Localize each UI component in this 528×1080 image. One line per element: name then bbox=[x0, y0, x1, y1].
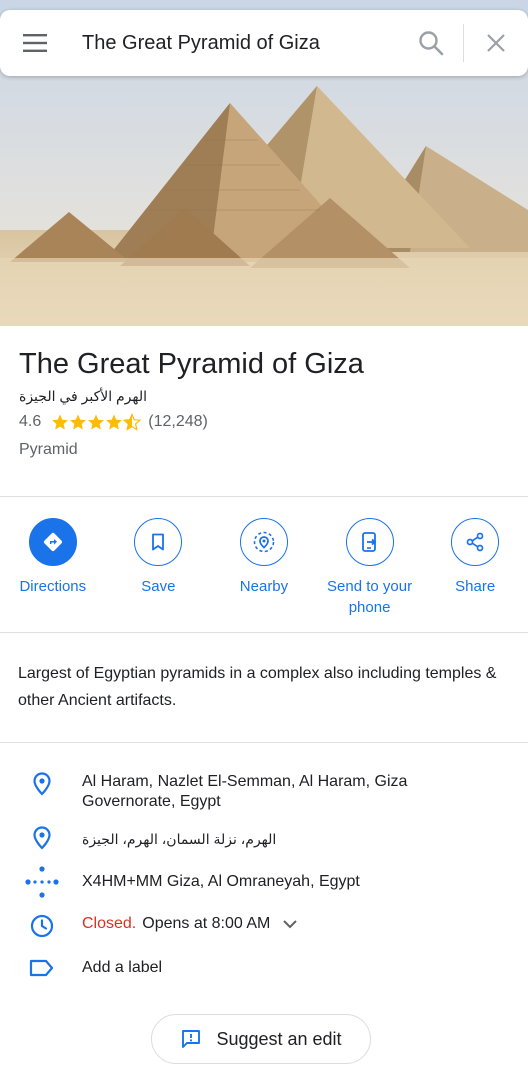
place-title: The Great Pyramid of Giza bbox=[19, 348, 364, 380]
directions-icon bbox=[43, 532, 62, 552]
label-icon-wrap bbox=[0, 958, 82, 978]
star-full-icon bbox=[106, 414, 123, 430]
hours-row[interactable]: Closed. Opens at 8:00 AM bbox=[0, 914, 528, 938]
plus-code-text: X4HM+MM Giza, Al Omraneyah, Egypt bbox=[82, 873, 360, 890]
location-pin-icon bbox=[33, 826, 51, 850]
send-to-phone-circle bbox=[345, 518, 394, 566]
clear-search-button[interactable] bbox=[464, 10, 528, 76]
close-icon bbox=[487, 34, 505, 52]
menu-button[interactable] bbox=[0, 10, 70, 76]
star-half-icon bbox=[123, 413, 142, 431]
save-button[interactable]: Save bbox=[106, 518, 212, 618]
search-icon bbox=[419, 31, 444, 56]
action-bar: Directions Save Nearby Send to your phon… bbox=[0, 518, 528, 618]
send-to-phone-button[interactable]: Send to your phone bbox=[317, 518, 423, 618]
review-count[interactable]: (12,248) bbox=[148, 413, 208, 431]
divider bbox=[0, 742, 528, 743]
share-label: Share bbox=[455, 578, 496, 595]
label-icon bbox=[29, 959, 54, 977]
save-circle bbox=[134, 518, 183, 566]
suggest-edit-button[interactable]: Suggest an edit bbox=[151, 1014, 371, 1064]
feedback-icon bbox=[182, 1030, 201, 1048]
plus-code-icon-wrap bbox=[0, 866, 82, 899]
place-native-name: الهرم الأكبر في الجيزة bbox=[19, 388, 147, 404]
suggest-edit-label: Suggest an edit bbox=[216, 1028, 342, 1049]
place-header: The Great Pyramid of Giza الهرم الأكبر ف… bbox=[19, 344, 519, 459]
native-address-row[interactable]: الهرم، نزلة السمان، الهرم، الجيزة bbox=[0, 826, 528, 850]
address-icon-wrap bbox=[0, 772, 82, 796]
place-description: Largest of Egyptian pyramids in a comple… bbox=[18, 665, 497, 709]
native-address-icon-wrap bbox=[0, 826, 82, 850]
address-text: Al Haram, Nazlet El-Semman, Al Haram, Gi… bbox=[82, 773, 408, 810]
save-label: Save bbox=[141, 578, 176, 595]
share-button[interactable]: Share bbox=[422, 518, 528, 618]
place-category: Pyramid bbox=[19, 441, 78, 458]
rating-row[interactable]: 4.6 (12,248) bbox=[19, 413, 519, 431]
native-address-text: الهرم، نزلة السمان، الهرم، الجيزة bbox=[82, 831, 277, 847]
chevron-down-icon[interactable] bbox=[282, 919, 298, 929]
address-row[interactable]: Al Haram, Nazlet El-Semman, Al Haram, Gi… bbox=[0, 772, 528, 812]
hamburger-menu-icon bbox=[23, 34, 47, 52]
hours-icon-wrap bbox=[0, 914, 82, 938]
directions-circle bbox=[28, 518, 77, 566]
search-button[interactable] bbox=[399, 10, 463, 76]
rating-value: 4.6 bbox=[19, 413, 42, 430]
star-full-icon bbox=[88, 414, 105, 430]
star-rating bbox=[51, 413, 142, 431]
clock-icon bbox=[30, 914, 54, 938]
nearby-label: Nearby bbox=[239, 578, 289, 595]
plus-code-icon bbox=[25, 866, 59, 898]
star-full-icon bbox=[52, 414, 69, 430]
directions-label: Directions bbox=[19, 578, 87, 595]
divider bbox=[0, 496, 528, 497]
divider bbox=[0, 632, 528, 633]
hours-status: Closed. bbox=[82, 915, 137, 932]
add-label-row[interactable]: Add a label bbox=[0, 958, 528, 978]
send-to-phone-icon bbox=[361, 532, 376, 552]
hours-text: Closed. Opens at 8:00 AM bbox=[82, 914, 492, 934]
share-circle bbox=[451, 518, 500, 566]
nearby-circle bbox=[239, 518, 288, 566]
send-to-phone-label: Send to your phone bbox=[327, 578, 413, 616]
directions-button[interactable]: Directions bbox=[0, 518, 106, 618]
share-icon bbox=[466, 532, 484, 552]
plus-code-row[interactable]: X4HM+MM Giza, Al Omraneyah, Egypt bbox=[0, 866, 528, 899]
location-pin-icon bbox=[33, 772, 51, 796]
bookmark-icon bbox=[152, 533, 165, 551]
search-bar: The Great Pyramid of Giza bbox=[0, 10, 528, 76]
nearby-button[interactable]: Nearby bbox=[211, 518, 317, 618]
add-label-text: Add a label bbox=[82, 959, 163, 976]
hours-detail: Opens at 8:00 AM bbox=[142, 915, 271, 932]
star-full-icon bbox=[70, 414, 87, 430]
nearby-icon bbox=[253, 531, 275, 553]
search-input[interactable]: The Great Pyramid of Giza bbox=[70, 32, 399, 55]
